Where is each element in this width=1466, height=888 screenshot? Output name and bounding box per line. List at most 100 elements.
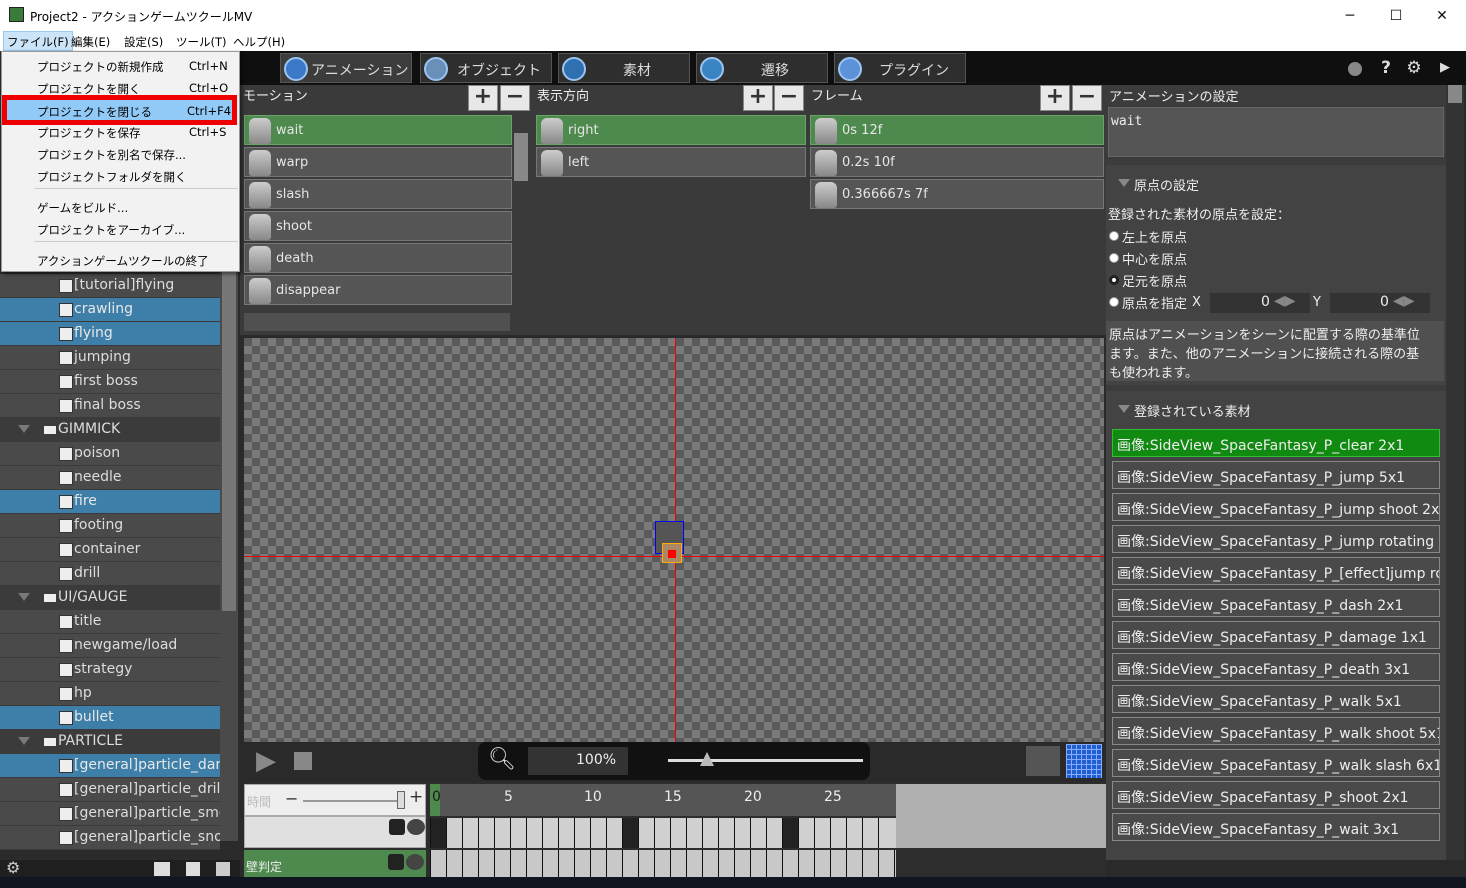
globe-icon[interactable] [1348,62,1362,76]
resource-item[interactable]: 画像:SideView_SpaceFantasy_P_dash 2x1 [1112,589,1440,617]
resource-item[interactable]: 画像:SideView_SpaceFantasy_P_jump shoot 2x… [1112,493,1440,521]
add-frame-button[interactable]: + [1040,85,1070,111]
origin-radio[interactable] [1109,275,1119,285]
frame-cell[interactable] [862,818,878,848]
lock-icon[interactable] [388,854,404,870]
tree-item[interactable]: [tutorial]flying [0,274,220,298]
menu-help[interactable]: ヘルプ(H) [233,34,285,50]
menu-file[interactable]: ファイル(F) [3,31,73,51]
file-menu-item[interactable]: プロジェクトを別名で保存... [2,143,239,165]
keyframe-cell[interactable] [430,818,446,848]
frame-cell[interactable] [494,818,510,848]
play-button[interactable]: ▶ [256,746,276,776]
tree-item[interactable]: flying [0,322,220,346]
origin-radio[interactable] [1109,253,1119,263]
settings-scrollbar[interactable] [1446,85,1464,860]
track-header[interactable] [244,816,426,848]
tree-item[interactable]: drill [0,562,220,586]
tree-item[interactable]: footing [0,514,220,538]
list-item[interactable]: left [536,147,806,177]
list-item[interactable]: slash [244,179,512,209]
expand-icon[interactable] [18,593,30,601]
tab-transition[interactable]: 遷移 [696,53,828,83]
frame-cell[interactable] [638,818,654,848]
zoom-input[interactable]: 100% [528,747,628,775]
frame-cell[interactable] [798,818,814,848]
file-menu-item[interactable]: プロジェクトの新規作成 Ctrl+N [2,55,239,77]
list-item[interactable]: 0.366667s 7f [810,179,1104,209]
remove-frame-button[interactable]: − [1072,85,1102,111]
add-direction-button[interactable]: + [743,85,773,111]
stop-button[interactable] [294,752,312,770]
tab-plugin[interactable]: プラグイン [834,53,966,83]
time-scale-slider[interactable] [303,800,399,802]
tab-object[interactable]: オブジェクト [420,53,552,83]
tree-folder[interactable]: GIMMICK [0,418,220,442]
wall-collision-frames[interactable] [430,850,896,877]
frame-cell[interactable] [478,818,494,848]
frame-cell[interactable] [446,818,462,848]
frame-cell[interactable] [510,818,526,848]
origin-option-label[interactable]: 原点を指定 [1122,293,1187,312]
tree-item[interactable]: [general]particle_drill [0,778,224,802]
list-item[interactable]: disappear [244,275,512,305]
tree-item[interactable]: first boss [0,370,220,394]
tree-item[interactable]: container [0,538,220,562]
file-menu-item[interactable]: ゲームをビルド... [2,196,239,218]
resource-item[interactable]: 画像:SideView_SpaceFantasy_P_death 3x1 [1112,653,1440,681]
add-item-icon[interactable] [186,862,200,876]
frame-cell[interactable] [574,818,590,848]
tree-scrollbar[interactable] [220,261,238,841]
help-icon[interactable]: ? [1377,59,1395,77]
visibility-toggle-icon[interactable] [1026,746,1060,776]
frame-cell[interactable] [542,818,558,848]
motion-hscrollbar[interactable] [244,313,510,331]
resource-item[interactable]: 画像:SideView_SpaceFantasy_P_[effect]jump … [1112,557,1440,585]
keyframe-cell[interactable] [622,818,638,848]
remove-motion-button[interactable]: − [500,85,530,111]
frame-cell[interactable] [558,818,574,848]
origin-radio[interactable] [1109,231,1119,241]
zoom-in-icon[interactable]: + [409,787,423,807]
resource-item[interactable]: 画像:SideView_SpaceFantasy_P_wait 3x1 [1112,813,1440,841]
tree-item[interactable]: crawling [0,298,220,322]
frame-cell[interactable] [654,818,670,848]
list-item[interactable]: 0s 12f [810,115,1104,145]
menu-tools[interactable]: ツール(T) [176,34,227,50]
zoom-out-icon[interactable]: − [285,789,298,808]
list-item[interactable]: right [536,115,806,145]
timeline-ruler[interactable]: 0 5 10 15 20 25 [430,784,896,816]
origin-option-label[interactable]: 中心を原点 [1122,249,1187,268]
origin-radio[interactable] [1109,297,1119,307]
resource-item[interactable]: 画像:SideView_SpaceFantasy_P_damage 1x1 [1112,621,1440,649]
eye-icon[interactable] [407,819,425,835]
delete-icon[interactable] [216,862,230,876]
lock-icon[interactable] [389,819,405,835]
frame-cell[interactable] [606,818,622,848]
tree-folder[interactable]: PARTICLE [0,730,220,754]
list-item[interactable]: warp [244,147,512,177]
increment-icon[interactable]: ◀▶ [1393,293,1415,309]
tree-item[interactable]: hp [0,682,220,706]
tree-item[interactable]: final boss [0,394,220,418]
eye-icon[interactable] [406,854,424,870]
file-menu-item[interactable]: プロジェクトを保存 Ctrl+S [2,121,239,143]
menu-edit[interactable]: 編集(E) [71,34,110,50]
file-menu-item[interactable]: プロジェクトフォルダを開く [2,165,239,187]
tree-item[interactable]: [general]particle_dama [0,754,238,778]
frame-cell[interactable] [814,818,830,848]
tree-item[interactable]: [general]particle_smo [0,802,227,826]
frame-cell[interactable] [686,818,702,848]
resource-item[interactable]: 画像:SideView_SpaceFantasy_P_jump rotating… [1112,525,1440,553]
frame-cell[interactable] [750,818,766,848]
wall-collision-track-header[interactable]: 壁判定 [244,850,426,877]
gear-icon[interactable]: ⚙ [6,858,24,877]
collapse-icon[interactable] [1118,179,1130,187]
frame-cell[interactable] [526,818,542,848]
file-menu-item[interactable]: アクションゲームツクールの終了 [2,249,239,271]
list-item[interactable]: 0.2s 10f [810,147,1104,177]
file-menu-item[interactable]: プロジェクトをアーカイブ... [2,218,239,240]
animation-name-field[interactable]: wait [1108,107,1444,157]
close-button[interactable]: ✕ [1419,0,1465,31]
resource-item[interactable]: 画像:SideView_SpaceFantasy_P_shoot 2x1 [1112,781,1440,809]
